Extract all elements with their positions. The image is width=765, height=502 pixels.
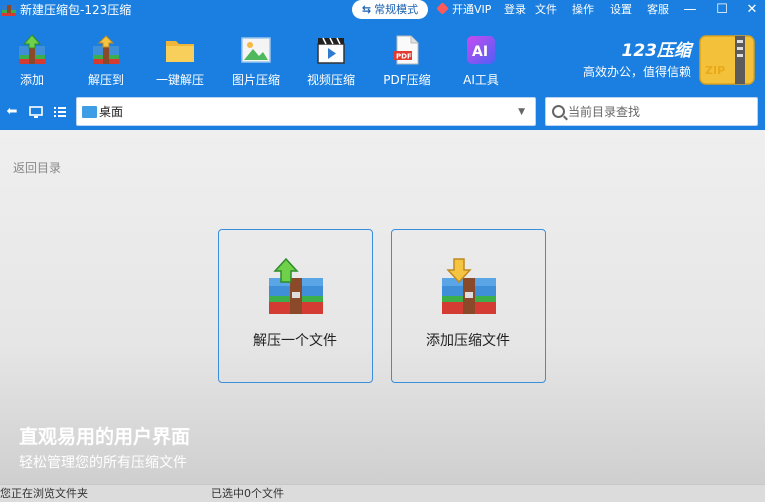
ai-tool-icon: AI [467,36,495,64]
promo-subtitle: 轻松管理您的所有压缩文件 [19,455,187,471]
folder-icon [166,41,194,62]
brand-logo-text: ZIP [705,64,725,77]
status-selected-count: 已选中0个文件 [211,487,284,500]
switch-icon: ⇆ [361,3,372,16]
search-box[interactable] [545,97,758,126]
add-label: 添加 [19,73,44,87]
extract-box-icon [269,258,323,314]
current-path: 桌面 [99,105,124,119]
main-content: 返回目录 解压一个文件 添加压缩文件 直观易用的用户界面 轻松管理您的所有压缩文… [0,130,765,484]
add-compress-label: 添加压缩文件 [426,333,510,349]
image-compress-icon [241,37,271,63]
video-compress-label: 视频压缩 [306,73,355,87]
add-button[interactable]: 添加 [0,32,64,92]
svg-text:AI: AI [472,44,488,60]
one-click-extract-label: 一键解压 [155,73,204,87]
extract-file-card[interactable]: 解压一个文件 [218,229,373,383]
menu-support[interactable]: 客服 [647,2,669,17]
status-bar: 您正在浏览文件夹 已选中0个文件 [0,484,765,502]
video-compress-button[interactable]: 视频压缩 [299,32,363,92]
extract-file-label: 解压一个文件 [253,333,337,349]
status-browsing: 您正在浏览文件夹 [0,487,88,500]
menu-settings[interactable]: 设置 [610,2,632,17]
desktop-icon[interactable] [28,104,44,120]
vip-label: 开通VIP [452,3,492,16]
window-title: 新建压缩包-123压缩 [20,3,132,17]
diamond-icon [436,2,449,15]
brand-block: 123压缩 高效办公，值得信赖 [565,40,693,80]
svg-text:PDF: PDF [396,53,412,61]
add-archive-icon [19,34,45,64]
brand-name: 123压缩 [621,41,692,61]
back-arrow-icon[interactable]: ⬅ [4,104,20,120]
toolbar: 添加 解压到 一键解压 图片压缩 视频压缩 PDF PDF压缩 AI AI工具 … [0,20,765,95]
search-icon [552,105,565,118]
brand-logo-icon: ZIP [699,35,755,85]
ai-tool-label: AI工具 [463,73,499,87]
extract-to-button[interactable]: 解压到 [74,32,138,92]
image-compress-label: 图片压缩 [231,73,280,87]
list-view-icon[interactable] [52,104,68,120]
one-click-extract-button[interactable]: 一键解压 [148,32,212,92]
add-compress-card[interactable]: 添加压缩文件 [391,229,546,383]
desktop-folder-icon [82,106,97,118]
brand-slogan: 高效办公，值得信赖 [582,65,691,79]
search-input[interactable] [568,102,753,122]
video-compress-icon [317,37,345,64]
chevron-down-icon[interactable]: ▼ [518,105,525,119]
back-to-directory-link[interactable]: 返回目录 [13,160,61,176]
extract-to-label: 解压到 [87,73,124,87]
app-icon [2,5,16,16]
pdf-compress-label: PDF压缩 [383,73,431,87]
promo-title: 直观易用的用户界面 [19,426,191,448]
ai-tool-button[interactable]: AI AI工具 [449,32,513,92]
menu-login[interactable]: 登录 [504,2,526,17]
extract-to-icon [93,35,119,64]
mode-switch-button[interactable]: ⇆ 常规模式 [352,0,428,19]
vip-button[interactable]: 开通VIP [436,2,492,17]
add-box-icon [442,258,496,314]
mode-label: 常规模式 [374,3,419,16]
maximize-button[interactable]: ☐ [711,0,733,20]
image-compress-button[interactable]: 图片压缩 [224,32,288,92]
address-bar: ⬅ 桌面 ▼ [0,95,765,130]
path-dropdown[interactable]: 桌面 ▼ [76,97,536,126]
minimize-button[interactable]: — [679,0,701,20]
menu-file[interactable]: 文件 [535,2,557,17]
pdf-compress-icon: PDF [394,35,419,65]
close-button[interactable]: ✕ [741,0,763,20]
pdf-compress-button[interactable]: PDF PDF压缩 [375,32,439,92]
title-bar: 新建压缩包-123压缩 ⇆ 常规模式 开通VIP 登录 文件 操作 设置 客服 —… [0,0,765,20]
menu-operation[interactable]: 操作 [572,2,594,17]
